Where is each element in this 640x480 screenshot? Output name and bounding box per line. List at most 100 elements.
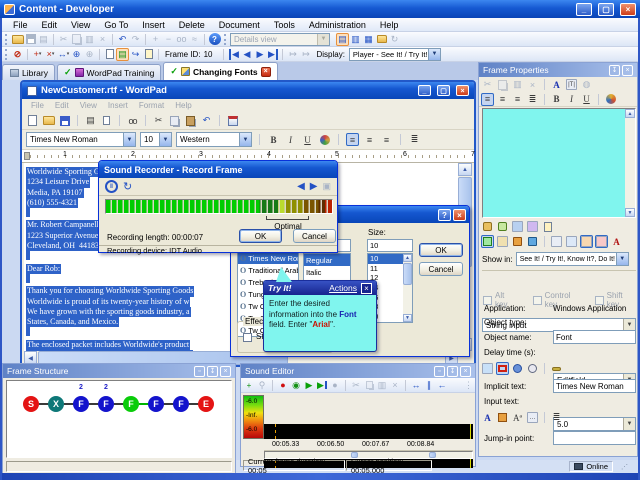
dual-monitor-icon[interactable]	[511, 220, 524, 233]
italic-icon[interactable]: I	[565, 93, 578, 106]
filter-icon[interactable]: ≈	[188, 33, 201, 46]
group-icon[interactable]	[511, 362, 524, 375]
undo-icon[interactable]: ↶	[200, 114, 213, 127]
copy-icon[interactable]	[363, 379, 375, 392]
field-highlight-icon[interactable]	[496, 362, 509, 375]
frame-structure-canvas[interactable]: S X 2 F 2 F F F F E	[6, 380, 232, 458]
align-left-icon[interactable]: ≡	[346, 133, 359, 146]
menu-delete[interactable]: Delete	[172, 20, 212, 30]
page-edit-icon[interactable]	[541, 220, 554, 233]
strikeout-checkbox[interactable]	[243, 333, 252, 342]
print-icon[interactable]: ▤	[84, 114, 97, 127]
wordpad-menu-help[interactable]: Help	[170, 101, 196, 110]
menu-file[interactable]: File	[6, 20, 35, 30]
menu-administration[interactable]: Administration	[302, 20, 373, 30]
align-center-icon[interactable]: ≡	[363, 133, 376, 146]
chevron-down-icon[interactable]: ▼	[123, 133, 135, 146]
frame-properties-icon[interactable]: ▤	[116, 48, 129, 61]
font-color-icon[interactable]: A	[481, 411, 494, 424]
append-frames-icon[interactable]: ⊕	[70, 48, 83, 61]
wordpad-menu-insert[interactable]: Insert	[103, 101, 133, 110]
align-right-icon[interactable]: ≡	[380, 133, 393, 146]
find-icon[interactable]: oo	[126, 114, 139, 127]
print-preview-icon[interactable]	[100, 114, 113, 127]
toolbar-grip[interactable]	[5, 34, 8, 45]
show-in-combo[interactable]: See It! / Try It!, Know It?, Do It!▼	[516, 252, 629, 266]
font-color-icon[interactable]	[318, 133, 331, 146]
fill-color-icon[interactable]	[496, 411, 509, 424]
font-size-icon[interactable]: Aª	[511, 411, 524, 424]
key-icon[interactable]	[550, 362, 563, 375]
minimize-button[interactable]: _	[576, 3, 592, 16]
display-combo[interactable]: Player - See It! / Try It!▼	[349, 48, 441, 61]
merge-frames-icon[interactable]: ⊕	[83, 48, 96, 61]
slider-handle-right[interactable]	[429, 452, 436, 458]
wordpad-maximize-button[interactable]: ▢	[437, 85, 450, 96]
align-left-icon[interactable]: ≡	[481, 93, 494, 106]
action-list-icon[interactable]	[496, 235, 509, 248]
align-justify-icon[interactable]: ≣	[526, 93, 539, 106]
frame-node-explicit[interactable]: X	[48, 396, 64, 412]
wordpad-minimize-button[interactable]: _	[418, 85, 431, 96]
cut-icon[interactable]: ✂	[481, 78, 494, 91]
delete-icon[interactable]: ×	[96, 33, 109, 46]
font-effects-icon[interactable]	[604, 93, 617, 106]
cut-icon[interactable]: ✂	[152, 114, 165, 127]
play-icon[interactable]: ▶	[303, 379, 315, 392]
copy-format-icon[interactable]	[550, 235, 563, 248]
rerecord-frames-icon[interactable]: ↔▾	[57, 48, 70, 61]
bubble-text-editor[interactable]: ▲ ▼	[482, 108, 636, 218]
scrollbar-thumb[interactable]	[403, 263, 412, 285]
tab-library[interactable]: Library	[2, 64, 55, 80]
menu-view[interactable]: View	[64, 20, 97, 30]
edit-frame-icon[interactable]	[103, 48, 116, 61]
chevron-down-icon[interactable]: ▼	[616, 253, 628, 265]
list-item[interactable]: 10	[368, 254, 404, 264]
balloon-close-icon[interactable]: ×	[361, 283, 372, 294]
close-icon[interactable]: ×	[622, 65, 633, 76]
undo-icon[interactable]: ↶	[116, 33, 129, 46]
italic-icon[interactable]: I	[284, 133, 297, 146]
cancel-button[interactable]: Cancel	[419, 262, 463, 276]
underline-icon[interactable]: U	[301, 133, 314, 146]
close-icon[interactable]: ×	[453, 209, 466, 221]
open-icon[interactable]	[11, 33, 24, 46]
underline-icon[interactable]: U	[580, 93, 593, 106]
size-field[interactable]: 10	[367, 239, 413, 252]
toolbar-grip[interactable]	[5, 49, 8, 60]
tab-wordpad-training[interactable]: ✓ WordPad Training	[57, 64, 161, 80]
view-thumbnails-icon[interactable]: ▤	[336, 33, 349, 46]
redo-icon[interactable]: ↷	[129, 33, 142, 46]
bold-icon[interactable]: B	[267, 133, 280, 146]
edit-bubble-icon[interactable]	[496, 220, 509, 233]
toolbar-grip[interactable]	[224, 34, 227, 45]
save-icon[interactable]	[58, 114, 71, 127]
object-name-field[interactable]: Font	[553, 330, 636, 344]
insert-field-icon[interactable]: |T|	[565, 78, 578, 91]
brush-icon[interactable]	[526, 235, 539, 248]
help-icon[interactable]: ?	[208, 33, 221, 46]
close-icon[interactable]: ×	[220, 366, 231, 377]
list-item[interactable]: Regular	[304, 254, 350, 266]
help-icon[interactable]: ?	[438, 209, 451, 221]
scroll-down-icon[interactable]: ▼	[403, 314, 412, 322]
previous-frame-icon[interactable]: ◀	[240, 48, 253, 61]
margin-marker[interactable]	[24, 152, 30, 160]
menu-document[interactable]: Document	[212, 20, 267, 30]
align-right-icon[interactable]: ≡	[511, 93, 524, 106]
next-frame-icon[interactable]: ▶	[253, 48, 266, 61]
find-icon[interactable]: oo	[175, 33, 188, 46]
previous-icon[interactable]: ◀	[297, 181, 305, 192]
stop-icon[interactable]: ●	[329, 379, 341, 392]
pin-icon[interactable]: ↧	[609, 65, 620, 76]
chevron-down-icon[interactable]: ▼	[623, 418, 635, 430]
zoom-full-icon[interactable]: ∥	[423, 379, 435, 392]
bucket-icon[interactable]	[511, 235, 524, 248]
close-tab-icon[interactable]: ×	[261, 67, 271, 77]
scroll-up-icon[interactable]: ▲	[403, 254, 412, 262]
view-split-icon[interactable]: ▥	[349, 33, 362, 46]
wordpad-menu-view[interactable]: View	[75, 101, 102, 110]
monitor-export-icon[interactable]	[526, 220, 539, 233]
details-view-combo[interactable]: Details view▼	[230, 33, 330, 46]
bullets-icon[interactable]: ≣	[408, 133, 421, 146]
